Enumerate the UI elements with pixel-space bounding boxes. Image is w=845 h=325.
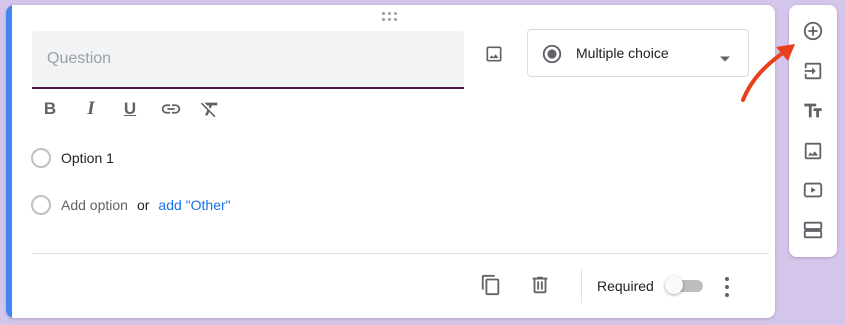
link-button[interactable] — [159, 97, 183, 121]
underline-button[interactable]: U — [118, 97, 142, 121]
delete-button[interactable] — [527, 272, 553, 298]
clear-formatting-icon — [200, 102, 218, 118]
add-other-link[interactable]: add "Other" — [158, 197, 230, 213]
italic-button[interactable]: I — [79, 97, 103, 121]
add-video-icon — [803, 182, 823, 198]
footer-divider — [32, 253, 769, 254]
duplicate-icon — [481, 274, 500, 296]
radio-button-icon — [541, 43, 563, 70]
add-image-button[interactable] — [799, 137, 827, 165]
add-option-radio-icon — [31, 195, 51, 215]
add-question-image-icon[interactable] — [481, 41, 507, 67]
add-option-input[interactable]: Add option — [61, 197, 128, 213]
footer-separator — [581, 270, 582, 303]
underline-icon: U — [123, 99, 137, 118]
question-field — [32, 31, 464, 89]
add-video-button[interactable] — [799, 176, 827, 204]
link-icon — [161, 104, 181, 114]
question-type-label: Multiple choice — [576, 45, 669, 61]
add-question-icon — [803, 21, 823, 41]
toggle-thumb — [665, 276, 683, 294]
add-option-row: Add option or add "Other" — [31, 194, 231, 216]
question-input[interactable] — [47, 31, 447, 87]
option-label[interactable]: Option 1 — [61, 150, 114, 166]
italic-icon: I — [87, 98, 95, 119]
required-toggle[interactable] — [665, 276, 705, 296]
bold-button[interactable]: B — [38, 97, 62, 121]
clear-formatting-button[interactable] — [198, 97, 222, 121]
or-text: or — [136, 197, 150, 213]
required-label: Required — [597, 278, 654, 294]
active-card-accent — [6, 5, 12, 318]
duplicate-button[interactable] — [478, 272, 504, 298]
import-questions-icon — [804, 62, 822, 80]
dropdown-arrow-icon — [719, 50, 731, 68]
question-card: Multiple choice B I U Option 1 Add optio… — [6, 5, 775, 318]
trash-icon — [532, 276, 548, 294]
more-options-icon[interactable] — [719, 274, 735, 300]
add-image-icon — [804, 142, 822, 160]
bold-icon: B — [43, 99, 57, 118]
question-type-dropdown[interactable]: Multiple choice — [527, 29, 749, 77]
option-row-1: Option 1 — [31, 147, 114, 169]
option-radio-icon — [31, 148, 51, 168]
annotation-arrow-icon — [741, 44, 795, 102]
add-section-button[interactable] — [799, 216, 827, 244]
add-section-icon — [803, 221, 823, 239]
drag-handle-icon[interactable] — [382, 12, 402, 24]
